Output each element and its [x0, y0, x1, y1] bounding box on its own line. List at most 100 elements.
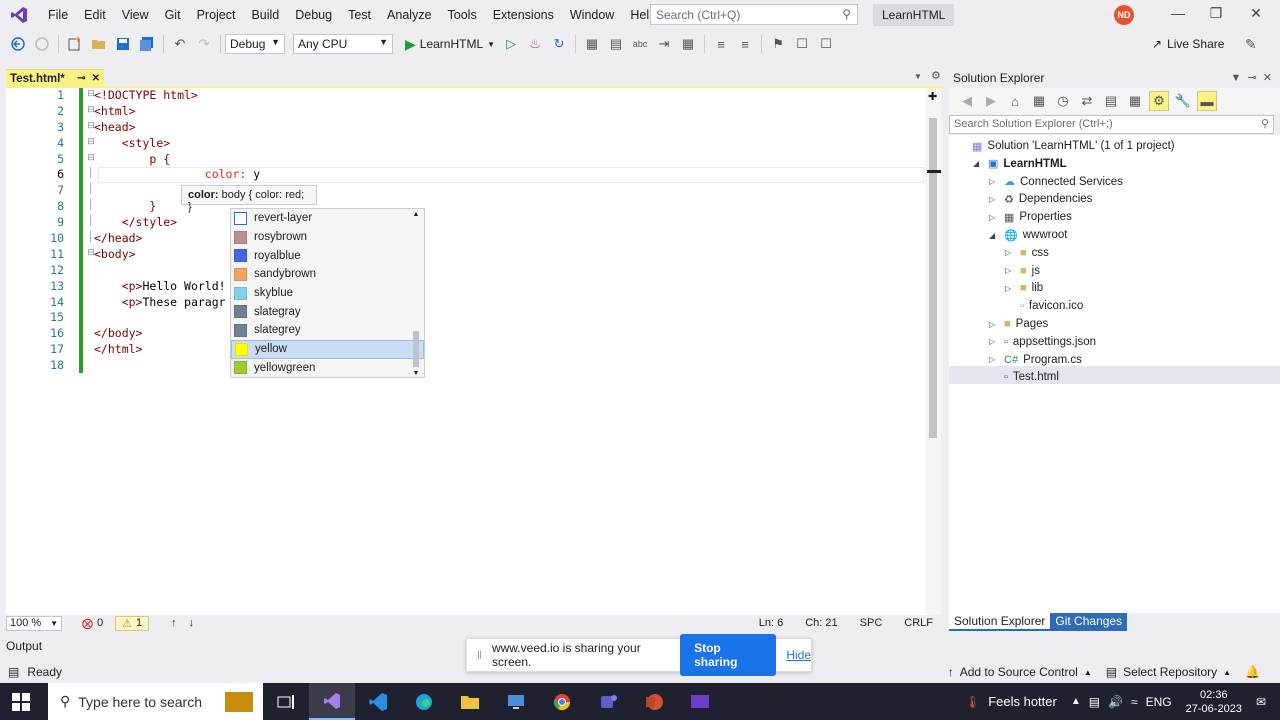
windows-start-icon[interactable]: [12, 693, 30, 714]
run-button[interactable]: ▶ LearnHTML ▼: [401, 36, 499, 53]
chevron-down-icon[interactable]: ▼: [410, 370, 422, 377]
clock[interactable]: 02:36 27-06-2023: [1186, 688, 1242, 716]
chevron-down-icon[interactable]: ◢: [989, 231, 999, 240]
menu-extensions[interactable]: Extensions: [485, 0, 562, 30]
notification-icon[interactable]: 🔔: [1245, 665, 1260, 679]
tree-item[interactable]: ▦ Solution 'LearnHTML' (1 of 1 project): [957, 137, 1175, 155]
platform-select[interactable]: Any CPU ▼: [293, 34, 393, 54]
chevron-up-icon[interactable]: ▲: [1071, 696, 1081, 707]
network-icon[interactable]: ▤: [1089, 695, 1100, 709]
chevron-right-icon[interactable]: ▷: [989, 213, 999, 222]
completion-item[interactable]: yellowgreen: [231, 359, 424, 378]
chrome-icon[interactable]: [539, 683, 585, 720]
menu-test[interactable]: Test: [340, 0, 379, 30]
completion-item[interactable]: slategray: [231, 302, 424, 321]
screen-recorder-icon[interactable]: [677, 683, 723, 720]
refresh-icon[interactable]: ↻: [549, 34, 569, 54]
chevron-right-icon[interactable]: ▷: [989, 355, 999, 364]
comment-icon[interactable]: ≡: [711, 34, 731, 54]
chevron-right-icon[interactable]: ▷: [1005, 284, 1015, 293]
back-icon[interactable]: [8, 34, 28, 54]
tree-item[interactable]: ▷ ■ Pages: [989, 315, 1048, 333]
new-project-icon[interactable]: [65, 34, 85, 54]
pin-icon[interactable]: ⊸: [77, 73, 85, 84]
menu-build[interactable]: Build: [243, 0, 287, 30]
select-repository[interactable]: Select Repository: [1123, 665, 1217, 679]
tree-item[interactable]: ▷ ▦ Properties: [989, 208, 1072, 226]
solution-search-input[interactable]: Search Solution Explorer (Ctrl+;) ⚲: [949, 115, 1274, 134]
tree-item[interactable]: ▷ ■ js: [1005, 262, 1040, 280]
stop-sharing-button[interactable]: Stop sharing: [680, 634, 777, 676]
menu-file[interactable]: File: [40, 0, 76, 30]
completion-item[interactable]: slategrey: [231, 321, 424, 340]
completion-scrollbar[interactable]: ▲ ▼: [410, 211, 422, 377]
sync-icon[interactable]: ⇄: [1077, 91, 1097, 111]
tree-item[interactable]: ▷ ♻ Dependencies: [989, 190, 1092, 208]
feedback-icon[interactable]: ✎: [1245, 36, 1257, 53]
vertical-scrollbar[interactable]: ✚: [925, 88, 941, 615]
configuration-select[interactable]: Debug ▼: [225, 34, 285, 54]
settings-icon[interactable]: ⚙: [931, 69, 941, 82]
arrow-up-icon[interactable]: ↑: [171, 617, 177, 629]
edge-icon[interactable]: [401, 683, 447, 720]
chevron-right-icon[interactable]: ▷: [989, 195, 999, 204]
panel-controls[interactable]: ▼ ⊸ ✕: [1230, 71, 1272, 84]
toggle-icon[interactable]: ▦: [678, 34, 698, 54]
minimize-icon[interactable]: —: [1168, 5, 1188, 25]
chevron-right-icon[interactable]: ▷: [989, 320, 999, 329]
visual-studio-taskbar-icon[interactable]: [309, 683, 355, 720]
preview-icon[interactable]: ▬: [1197, 91, 1217, 111]
completion-item[interactable]: revert-layer: [231, 209, 424, 228]
chevron-up-icon[interactable]: ▲: [410, 211, 422, 218]
code-editor[interactable]: 1 2 3 4 5 6 7 8 9 10 11 12 13 14 15 16 17 18 ⊟ ⊟ ⊟ ⊟ ⊟ │ …: [6, 88, 941, 615]
menu-tools[interactable]: Tools: [440, 0, 485, 30]
teams-icon[interactable]: [585, 683, 631, 720]
tab-test-html[interactable]: Test.html* ⊸ ✕: [6, 69, 104, 87]
tab-solution-explorer[interactable]: Solution Explorer: [949, 613, 1051, 631]
undo-icon[interactable]: ↶: [170, 34, 190, 54]
close-icon[interactable]: ✕: [1246, 5, 1266, 25]
switch-views-icon[interactable]: ▦: [1029, 91, 1049, 111]
volume-icon[interactable]: 🔊: [1108, 695, 1123, 709]
uncomment-icon[interactable]: ≡: [735, 34, 755, 54]
tree-item[interactable]: ▷ ▫ appsettings.json: [989, 333, 1096, 351]
properties-icon[interactable]: 🔧: [1173, 91, 1193, 111]
vscode-icon[interactable]: [355, 683, 401, 720]
tree-item[interactable]: ▷ ■ lib: [1005, 279, 1043, 297]
completion-item[interactable]: sandybrown: [231, 265, 424, 284]
completion-item[interactable]: skyblue: [231, 284, 424, 303]
filter-icon[interactable]: ⚙: [1149, 91, 1169, 111]
avatar[interactable]: ND: [1114, 5, 1134, 25]
menu-git[interactable]: Git: [157, 0, 189, 30]
line-ending-indicator[interactable]: CRLF: [904, 617, 933, 629]
menu-view[interactable]: View: [114, 0, 157, 30]
completion-list[interactable]: revert-layer rosybrown royalblue sandybrown…: [230, 208, 425, 378]
tree-item[interactable]: ◢ ▣ LearnHTML: [973, 155, 1067, 173]
scrollbar-thumb[interactable]: [929, 118, 937, 438]
menu-window[interactable]: Window: [562, 0, 622, 30]
show-all-files-icon[interactable]: ▦: [1125, 91, 1145, 111]
split-icon[interactable]: ✚: [928, 90, 937, 103]
tab-overflow-icon[interactable]: ▼: [914, 72, 922, 81]
weather-label[interactable]: Feels hotter: [988, 694, 1057, 709]
live-share-button[interactable]: ↗ Live Share: [1152, 37, 1224, 51]
redo-icon[interactable]: ↷: [194, 34, 214, 54]
taskbar-search-input[interactable]: ⚲ Type here to search: [48, 683, 263, 720]
completion-scroll-thumb[interactable]: [413, 331, 419, 367]
task-view-icon[interactable]: [263, 683, 309, 720]
menu-project[interactable]: Project: [189, 0, 244, 30]
language-indicator[interactable]: ENG: [1146, 695, 1172, 709]
errors-indicator[interactable]: ⨂ 0: [82, 617, 103, 630]
tree-item[interactable]: ▷ ■ css: [1005, 244, 1049, 262]
home-icon[interactable]: ⌂: [1005, 91, 1025, 111]
arrow-down-icon[interactable]: ↓: [189, 617, 195, 629]
open-folder-icon[interactable]: [89, 34, 109, 54]
completion-item[interactable]: yellow: [231, 339, 424, 359]
step-icon[interactable]: ⇥: [654, 34, 674, 54]
file-explorer-icon[interactable]: [447, 683, 493, 720]
wifi-icon[interactable]: ≈: [1131, 695, 1138, 709]
zoom-select[interactable]: 100 % ▼: [6, 615, 62, 631]
add-to-source-control[interactable]: Add to Source Control: [960, 665, 1078, 679]
drag-handle-icon[interactable]: ‖: [477, 648, 482, 662]
tree-item[interactable]: ▷ ☁ Connected Services: [989, 173, 1123, 191]
